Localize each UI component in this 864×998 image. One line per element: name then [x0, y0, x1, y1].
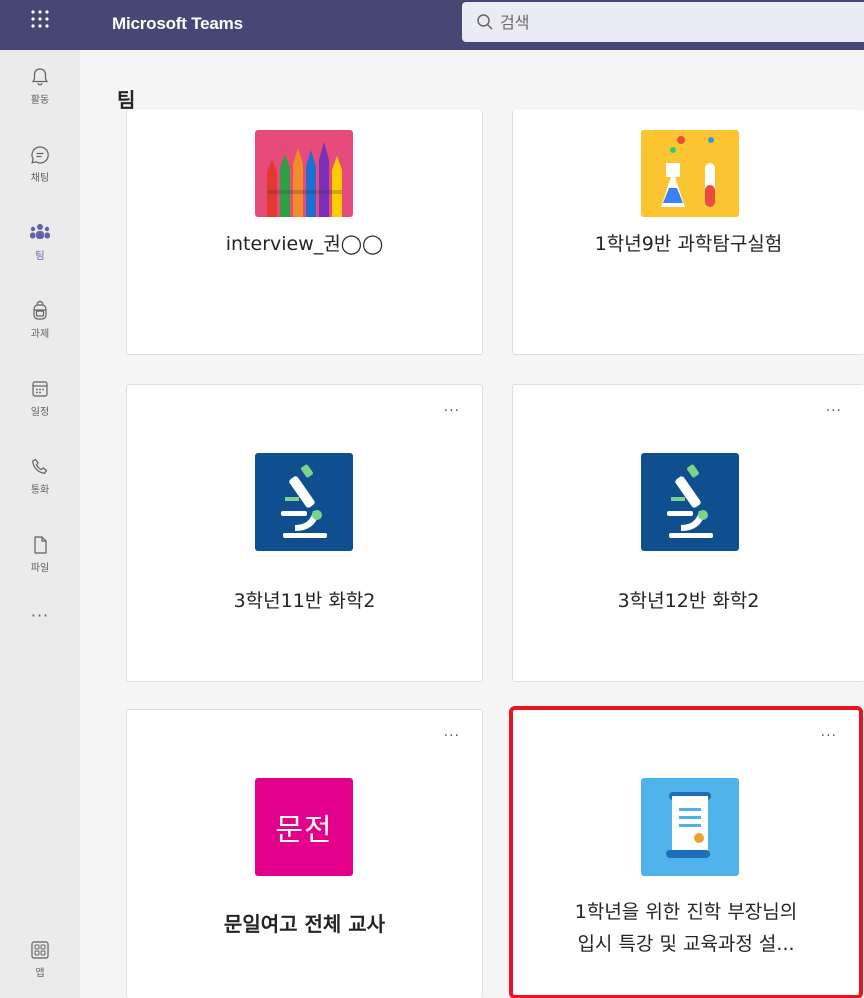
- search-icon: [477, 14, 493, 30]
- rail-item-chat[interactable]: 채팅: [0, 128, 80, 198]
- rail-item-label: 채팅: [30, 173, 50, 184]
- team-card[interactable]: ··· 3학년11반 화학2: [126, 384, 483, 682]
- rail-item-teams[interactable]: 팀: [0, 206, 80, 276]
- rail-item-activity[interactable]: 활동: [0, 50, 80, 120]
- team-name: 문일여고 전체 교사: [223, 912, 386, 936]
- rail-item-calls[interactable]: 통화: [0, 440, 80, 510]
- app-launcher-button[interactable]: [0, 0, 80, 50]
- rail-item-label: 과제: [30, 329, 50, 340]
- team-avatar-initials: 문전: [255, 778, 353, 876]
- backpack-icon: [28, 299, 52, 323]
- teams-icon: [28, 221, 52, 245]
- team-more-options-button[interactable]: ···: [444, 403, 460, 419]
- team-more-options-button[interactable]: ···: [444, 728, 460, 744]
- rail-item-label: 팀: [35, 251, 45, 262]
- file-icon: [28, 533, 52, 557]
- team-card[interactable]: 1학년9반 과학탐구실험: [512, 110, 864, 355]
- teams-main: 팀 interview_권◯◯ 1학년9반 과학탐구실험 ··· 3학년11반 …: [80, 50, 864, 998]
- page-title: 팀: [117, 88, 136, 112]
- search-input[interactable]: [500, 12, 800, 32]
- apps-icon: [28, 938, 52, 962]
- app-bar: 활동 채팅 팀 과제 일정 통화 파일 ··· 앱: [0, 50, 80, 998]
- team-more-options-button[interactable]: ···: [821, 728, 837, 744]
- team-card[interactable]: ··· 3학년12반 화학2: [512, 384, 864, 682]
- waffle-icon: [31, 10, 49, 28]
- bell-icon: [28, 65, 52, 89]
- team-more-options-button[interactable]: ···: [826, 403, 842, 419]
- app-title: Microsoft Teams: [112, 14, 243, 33]
- rail-item-calendar[interactable]: 일정: [0, 362, 80, 432]
- team-name-line-2: 입시 특강 및 교육과정 설...: [577, 933, 795, 955]
- team-name: 1학년9반 과학탐구실험: [594, 233, 783, 255]
- rail-item-label: 통화: [30, 485, 50, 496]
- team-name: 3학년12반 화학2: [617, 590, 760, 612]
- team-avatar-flasks: [641, 130, 739, 217]
- team-card[interactable]: ··· 문전 문일여고 전체 교사: [126, 709, 483, 998]
- team-avatar-pencils: [255, 130, 353, 217]
- team-avatar-microscope: [641, 453, 739, 551]
- rail-item-label: 파일: [30, 563, 50, 574]
- team-name-line-1: 1학년을 위한 진학 부장님의: [574, 901, 798, 923]
- rail-item-files[interactable]: 파일: [0, 518, 80, 588]
- rail-item-label: 활동: [30, 95, 50, 106]
- team-avatar-scroll: [641, 778, 739, 876]
- team-initials: 문전: [275, 813, 333, 848]
- team-name: 3학년11반 화학2: [233, 590, 376, 612]
- rail-item-apps[interactable]: 앱: [0, 918, 80, 988]
- team-card-highlighted[interactable]: ··· 1학년을 위한 진학 부장님의 입시 특강 및 교육과정 설...: [509, 706, 863, 998]
- team-name: interview_권◯◯: [225, 233, 384, 255]
- calendar-icon: [28, 377, 52, 401]
- chat-icon: [28, 143, 52, 167]
- phone-icon: [28, 455, 52, 479]
- rail-item-assignments[interactable]: 과제: [0, 284, 80, 354]
- search-box[interactable]: [462, 2, 864, 42]
- rail-item-label: 앱: [35, 968, 45, 979]
- team-card[interactable]: interview_권◯◯: [126, 110, 483, 355]
- team-avatar-microscope: [255, 453, 353, 551]
- rail-item-label: 일정: [30, 407, 50, 418]
- top-bar: Microsoft Teams: [0, 0, 864, 50]
- more-apps-button[interactable]: ···: [0, 606, 80, 625]
